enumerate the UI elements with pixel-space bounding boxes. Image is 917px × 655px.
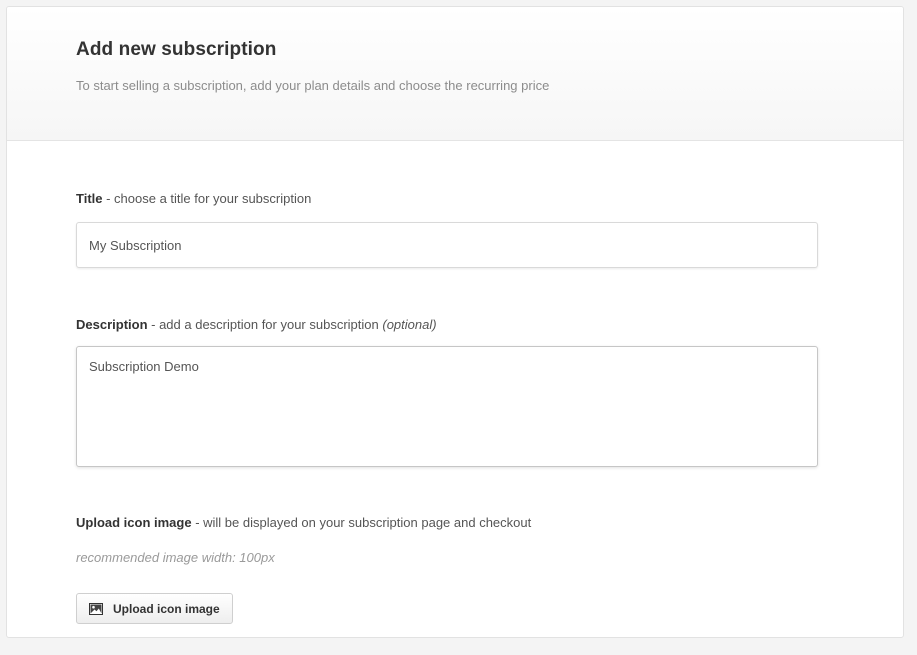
page-title: Add new subscription: [76, 39, 277, 60]
description-optional: (optional): [382, 317, 437, 332]
description-textarea[interactable]: Subscription Demo: [76, 346, 818, 467]
page-subtitle: To start selling a subscription, add you…: [76, 78, 550, 93]
description-label-rest: - add a description for your subscriptio…: [147, 317, 383, 332]
upload-label: Upload icon image - will be displayed on…: [76, 515, 903, 530]
upload-label-rest: - will be displayed on your subscription…: [191, 515, 532, 530]
subscription-card: Add new subscription To start selling a …: [6, 6, 904, 638]
card-header: Add new subscription To start selling a …: [7, 7, 903, 141]
description-label: Description - add a description for your…: [76, 317, 903, 332]
image-icon: [89, 602, 103, 615]
form-body: Title - choose a title for your subscrip…: [7, 141, 903, 624]
title-label-bold: Title: [76, 191, 103, 206]
title-label: Title - choose a title for your subscrip…: [76, 141, 903, 206]
upload-icon-image-button[interactable]: Upload icon image: [76, 593, 233, 624]
upload-button-label: Upload icon image: [113, 601, 220, 616]
description-label-bold: Description: [76, 317, 148, 332]
title-label-rest: - choose a title for your subscription: [102, 191, 312, 206]
upload-hint: recommended image width: 100px: [76, 550, 275, 565]
title-input[interactable]: [76, 222, 818, 268]
upload-label-bold: Upload icon image: [76, 515, 192, 530]
